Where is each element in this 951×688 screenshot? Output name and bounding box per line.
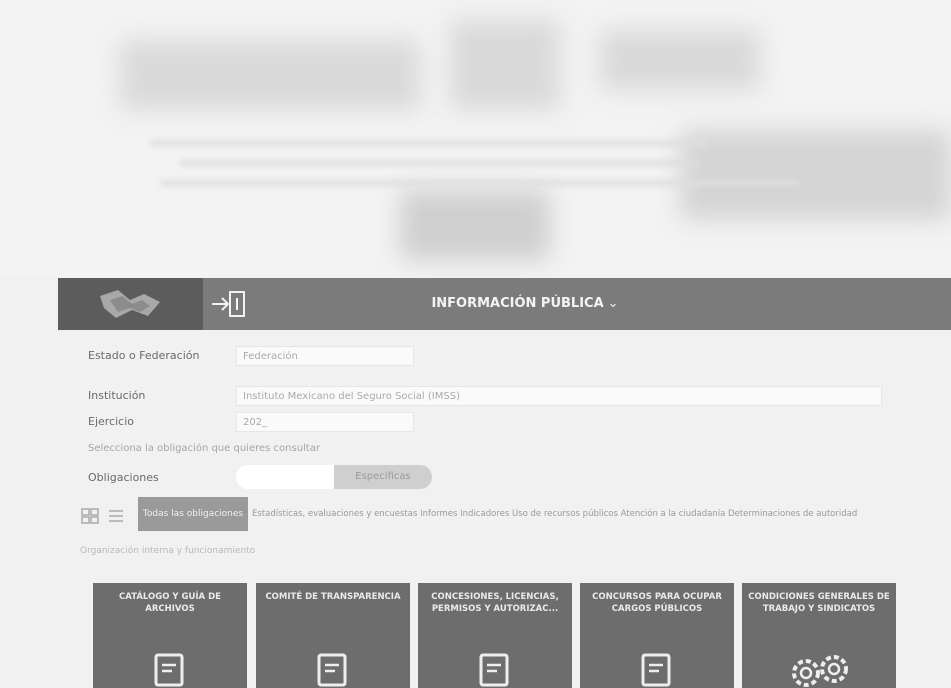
- obligaciones-toggle: Específicas: [236, 465, 432, 489]
- org-section-link[interactable]: Organización interna y funcionamiento: [80, 546, 255, 556]
- logo-emblem-icon: [100, 290, 160, 318]
- list-view-icon[interactable]: [106, 506, 126, 526]
- toggle-option-especificas[interactable]: Específicas: [334, 465, 432, 489]
- tile-label: CONDICIONES GENERALES DE TRABAJO Y SINDI…: [748, 592, 890, 614]
- institucion-select[interactable]: Instituto Mexicano del Seguro Social (IM…: [236, 386, 882, 406]
- institucion-label: Institución: [88, 389, 146, 402]
- view-switcher: [80, 504, 128, 528]
- document-icon: [317, 653, 347, 687]
- menu-title-label: INFORMACIÓN PÚBLICA: [431, 296, 604, 311]
- filter-bar: Todas las obligaciones Estadísticas, eva…: [138, 497, 938, 531]
- tile-label: COMITÉ DE TRANSPARENCIA: [265, 592, 401, 602]
- tile-concursos[interactable]: CONCURSOS PARA OCUPAR CARGOS PÚBLICOS: [580, 583, 734, 688]
- top-navbar: INFORMACIÓN PÚBLICA ⌄: [58, 278, 951, 330]
- gears-icon: [792, 655, 848, 687]
- tile-label: CONCURSOS PARA OCUPAR CARGOS PÚBLICOS: [592, 592, 722, 614]
- filter-chip-todas[interactable]: Todas las obligaciones: [138, 497, 248, 531]
- tile-concesiones[interactable]: CONCESIONES, LICENCIAS, PERMISOS Y AUTOR…: [418, 583, 572, 688]
- grid-view-icon[interactable]: [80, 506, 100, 526]
- instruction-text: Selecciona la obligación que quieres con…: [88, 443, 320, 454]
- estado-select[interactable]: Federación: [236, 346, 414, 366]
- login-arrow-icon[interactable]: [208, 288, 248, 320]
- informacion-publica-menu[interactable]: INFORMACIÓN PÚBLICA ⌄: [410, 278, 640, 330]
- tile-label: CONCESIONES, LICENCIAS, PERMISOS Y AUTOR…: [431, 592, 559, 614]
- logo[interactable]: [58, 278, 203, 330]
- tile-label: CATÁLOGO Y GUÍA DE ARCHIVOS: [119, 592, 221, 614]
- chevron-down-icon: ⌄: [607, 296, 619, 311]
- tile-comite-transparencia[interactable]: COMITÉ DE TRANSPARENCIA: [256, 583, 410, 688]
- toggle-option-generales[interactable]: [236, 465, 334, 489]
- ejercicio-label: Ejercicio: [88, 415, 134, 428]
- hero-background: [0, 0, 951, 278]
- obligaciones-label: Obligaciones: [88, 471, 159, 484]
- estado-label: Estado o Federación: [88, 349, 200, 362]
- filter-chip-list[interactable]: Estadísticas, evaluaciones y encuestas I…: [252, 497, 942, 531]
- document-icon: [154, 653, 184, 687]
- tile-catalogo-archivos[interactable]: CATÁLOGO Y GUÍA DE ARCHIVOS: [93, 583, 247, 688]
- document-icon: [641, 653, 671, 687]
- document-icon: [479, 653, 509, 687]
- tile-condiciones-trabajo[interactable]: CONDICIONES GENERALES DE TRABAJO Y SINDI…: [742, 583, 896, 688]
- ejercicio-select[interactable]: 202_: [236, 412, 414, 432]
